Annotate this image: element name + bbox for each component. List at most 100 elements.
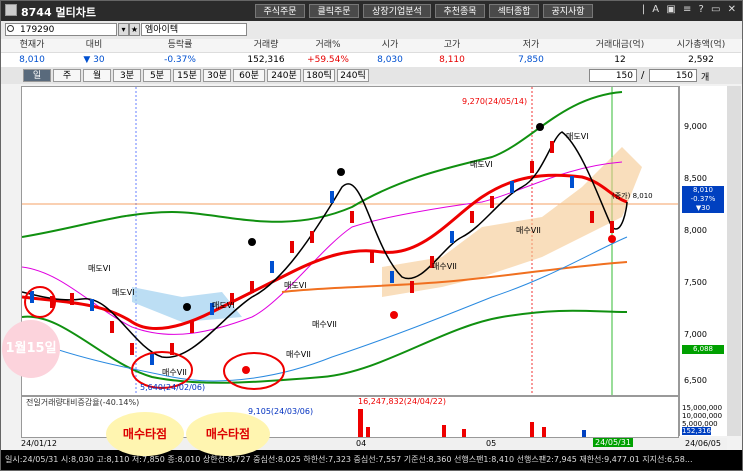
- signal-dot: [248, 238, 256, 246]
- symbol-code-input[interactable]: 179290: [5, 23, 117, 36]
- count-unit: 개: [701, 73, 710, 83]
- buy-point-bubble-2: 매수타점: [186, 412, 270, 456]
- buy-point-bubble-1: 매수타점: [106, 412, 184, 456]
- favorite-star-icon[interactable]: ★: [129, 23, 140, 36]
- candle: [470, 211, 474, 223]
- signal-dot-red: [390, 311, 398, 319]
- volume-bar: [358, 409, 363, 437]
- sell-label: 매도VI: [88, 264, 111, 273]
- quote-col: 시가총액(억) 2,592: [661, 39, 741, 67]
- candle: [130, 343, 134, 355]
- quote-col: 등락률 -0.37%: [125, 39, 235, 67]
- vertical-scrollbar[interactable]: [727, 86, 741, 436]
- slash-separator: /: [641, 70, 645, 81]
- chart-window: 8744 멀티차트 주식주문 클릭주문 상장기업분석 추천종목 섹터종합 공지사…: [0, 0, 743, 471]
- candle: [410, 281, 414, 293]
- candle: [290, 241, 294, 253]
- tab-monthly[interactable]: 월: [83, 69, 111, 82]
- candle: [610, 221, 614, 233]
- tab-180tick[interactable]: 180틱: [303, 69, 335, 82]
- company-analysis-button[interactable]: 상장기업분석: [363, 4, 431, 18]
- candle: [570, 176, 574, 188]
- period-bar: 일 주 월 3분 5분 15분 30분 60분 240분 180틱 240틱 1…: [1, 67, 742, 84]
- candle: [530, 161, 534, 173]
- volume-tick: 152,316: [682, 427, 711, 435]
- tab-30min[interactable]: 30분: [203, 69, 231, 82]
- price-axis: 9,000 8,500 8,000 7,500 7,000 6,500 8,01…: [679, 86, 728, 436]
- status-bar: 일시:24/05/31 시:8,030 고:8,110 저:7,850 종:8,…: [1, 450, 742, 470]
- down-arrow-icon: ▼: [83, 55, 91, 65]
- buy-label: 매수VII: [312, 320, 337, 329]
- tab-5min[interactable]: 5분: [143, 69, 171, 82]
- high-annotation: 9,270(24/05/14): [462, 97, 528, 106]
- candle: [150, 353, 154, 365]
- price-chart[interactable]: 9,270(24/05/14) 5,640(24/02/06) (종가) 8,0…: [21, 86, 679, 396]
- tab-weekly[interactable]: 주: [53, 69, 81, 82]
- volume-tick: 15,000,000: [682, 404, 723, 412]
- title-bar: 8744 멀티차트 주식주문 클릭주문 상장기업분석 추천종목 섹터종합 공지사…: [1, 1, 742, 21]
- candle: [90, 299, 94, 311]
- quote-panel: 현재가 8,010 대비 ▼ 30 등락률 -0.37% 거래량 152,316 거래%…: [1, 39, 742, 68]
- quote-col: 현재가 8,010: [1, 39, 63, 67]
- volume-bar: [462, 429, 466, 437]
- quote-col: 거래대금(억) 12: [579, 39, 661, 67]
- x-tick: 04: [356, 439, 367, 448]
- candle: [250, 281, 254, 293]
- highlight-circle-3: [223, 352, 285, 390]
- candle: [590, 211, 594, 223]
- quote-col: 거래% +59.54%: [297, 39, 359, 67]
- signal-dot: [536, 123, 544, 131]
- candle: [310, 231, 314, 243]
- count-input-a[interactable]: 150: [589, 69, 637, 82]
- sector-button[interactable]: 섹터종합: [489, 4, 539, 18]
- candle: [190, 321, 194, 333]
- candle: [350, 211, 354, 223]
- quote-col: 시가 8,030: [359, 39, 421, 67]
- candle: [370, 251, 374, 263]
- price-tick: 7,500: [684, 278, 707, 287]
- search-icon[interactable]: [7, 25, 14, 32]
- quote-col: 대비 ▼ 30: [63, 39, 125, 67]
- tab-240min[interactable]: 240분: [267, 69, 301, 82]
- price-tick: 9,000: [684, 122, 707, 131]
- candle: [450, 231, 454, 243]
- order-button[interactable]: 주식주문: [255, 4, 305, 18]
- tab-daily[interactable]: 일: [23, 69, 51, 82]
- symbol-toolbar: 179290 ▾ ★ 엠아이텍: [1, 21, 742, 40]
- x-tick-current: 24/05/31: [593, 438, 633, 447]
- volume-bar: [366, 427, 370, 437]
- click-order-button[interactable]: 클릭주문: [309, 4, 359, 18]
- dropdown-chevron-icon[interactable]: ▾: [118, 23, 129, 36]
- buy-label: 매수VII: [516, 226, 541, 235]
- x-tick: 24/01/12: [21, 439, 57, 448]
- tab-240tick[interactable]: 240틱: [337, 69, 369, 82]
- volume-tick: 10,000,000: [682, 412, 723, 420]
- notice-button[interactable]: 공지사항: [543, 4, 593, 18]
- signal-dot: [337, 168, 345, 176]
- symbol-name: 엠아이텍: [141, 23, 247, 36]
- tab-60min[interactable]: 60분: [233, 69, 265, 82]
- recommend-button[interactable]: 추천종목: [435, 4, 485, 18]
- tab-15min[interactable]: 15분: [173, 69, 201, 82]
- buy-label: 매수VII: [286, 350, 311, 359]
- candle: [550, 141, 554, 153]
- volume-bar: [582, 430, 586, 437]
- volume-bar: [542, 427, 546, 437]
- candle: [30, 291, 34, 303]
- sell-label: 매도VI: [212, 301, 235, 310]
- quote-col: 거래량 152,316: [235, 39, 297, 67]
- volume-bar: [530, 422, 534, 437]
- candle: [110, 321, 114, 333]
- sell-label: 매도VI: [470, 160, 493, 169]
- window-title: 8744 멀티차트: [21, 6, 96, 19]
- price-tick: 6,500: [684, 376, 707, 385]
- volume-bar: [442, 425, 446, 437]
- candle: [70, 293, 74, 305]
- count-input-b[interactable]: 150: [649, 69, 697, 82]
- tab-3min[interactable]: 3분: [113, 69, 141, 82]
- quote-col: 고가 8,110: [421, 39, 483, 67]
- buy-label: 매수VII: [432, 262, 457, 271]
- sell-label: 매도VI: [284, 281, 307, 290]
- window-controls[interactable]: | A ▣ ≡ ? ▭ ✕: [642, 4, 738, 15]
- sell-label: 매도VI: [112, 288, 135, 297]
